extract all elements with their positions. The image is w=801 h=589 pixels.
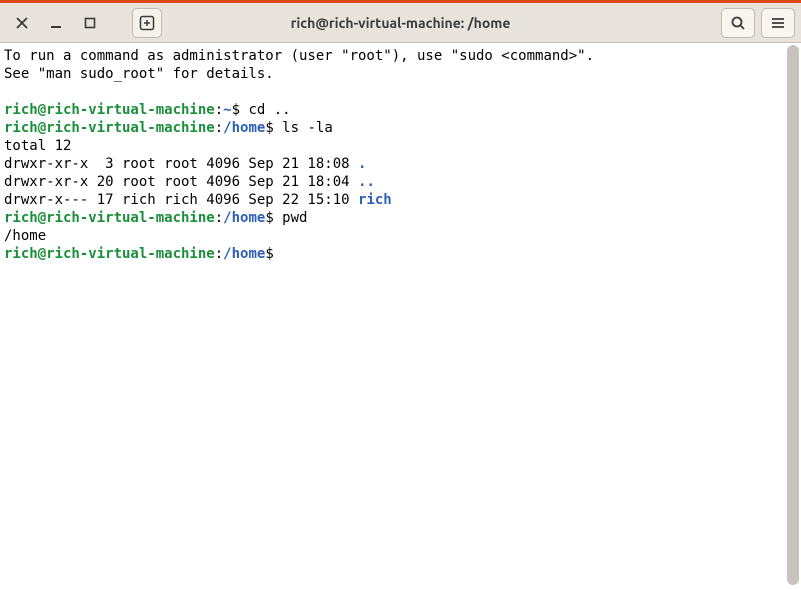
prompt-sep: : [215, 120, 223, 136]
titlebar-right-controls [721, 8, 795, 38]
ls-total: total 12 [4, 138, 71, 154]
command-text: cd .. [248, 102, 290, 118]
prompt-path: /home [223, 246, 265, 262]
motd-line: See "man sudo_root" for details. [4, 66, 274, 82]
hamburger-icon [770, 15, 786, 31]
prompt-sep: : [215, 246, 223, 262]
ls-name: rich [358, 192, 392, 208]
prompt-path: ~ [223, 102, 231, 118]
scrollbar[interactable] [787, 45, 799, 585]
prompt-dollar: $ [265, 120, 282, 136]
ls-row: drwxr-xr-x 3 root root 4096 Sep 21 18:08 [4, 156, 358, 172]
window-controls [6, 8, 162, 38]
ls-name: . [358, 156, 366, 172]
command-text: ls -la [282, 120, 333, 136]
ls-row: drwxr-xr-x 20 root root 4096 Sep 21 18:0… [4, 174, 358, 190]
motd-line: To run a command as administrator (user … [4, 48, 594, 64]
terminal-content: To run a command as administrator (user … [0, 43, 801, 267]
maximize-button[interactable] [80, 13, 100, 33]
prompt-sep: : [215, 210, 223, 226]
menu-button[interactable] [761, 8, 795, 38]
minimize-icon [49, 16, 63, 30]
prompt-path: /home [223, 210, 265, 226]
maximize-icon [83, 16, 97, 30]
prompt-path: /home [223, 120, 265, 136]
prompt-user-host: rich@rich-virtual-machine [4, 210, 215, 226]
close-icon [15, 16, 29, 30]
ls-name: .. [358, 174, 375, 190]
prompt-user-host: rich@rich-virtual-machine [4, 102, 215, 118]
new-tab-button[interactable] [132, 8, 162, 38]
new-tab-icon [139, 15, 155, 31]
pwd-output: /home [4, 228, 46, 244]
command-text: pwd [282, 210, 307, 226]
prompt-user-host: rich@rich-virtual-machine [4, 120, 215, 136]
prompt-user-host: rich@rich-virtual-machine [4, 246, 215, 262]
prompt-sep: : [215, 102, 223, 118]
search-icon [730, 15, 746, 31]
terminal-area[interactable]: To run a command as administrator (user … [0, 43, 801, 589]
prompt-dollar: $ [265, 246, 282, 262]
minimize-button[interactable] [46, 13, 66, 33]
prompt-dollar: $ [265, 210, 282, 226]
ls-row: drwxr-x--- 17 rich rich 4096 Sep 22 15:1… [4, 192, 358, 208]
prompt-dollar: $ [232, 102, 249, 118]
titlebar: rich@rich-virtual-machine: /home [0, 0, 801, 43]
close-button[interactable] [12, 13, 32, 33]
search-button[interactable] [721, 8, 755, 38]
